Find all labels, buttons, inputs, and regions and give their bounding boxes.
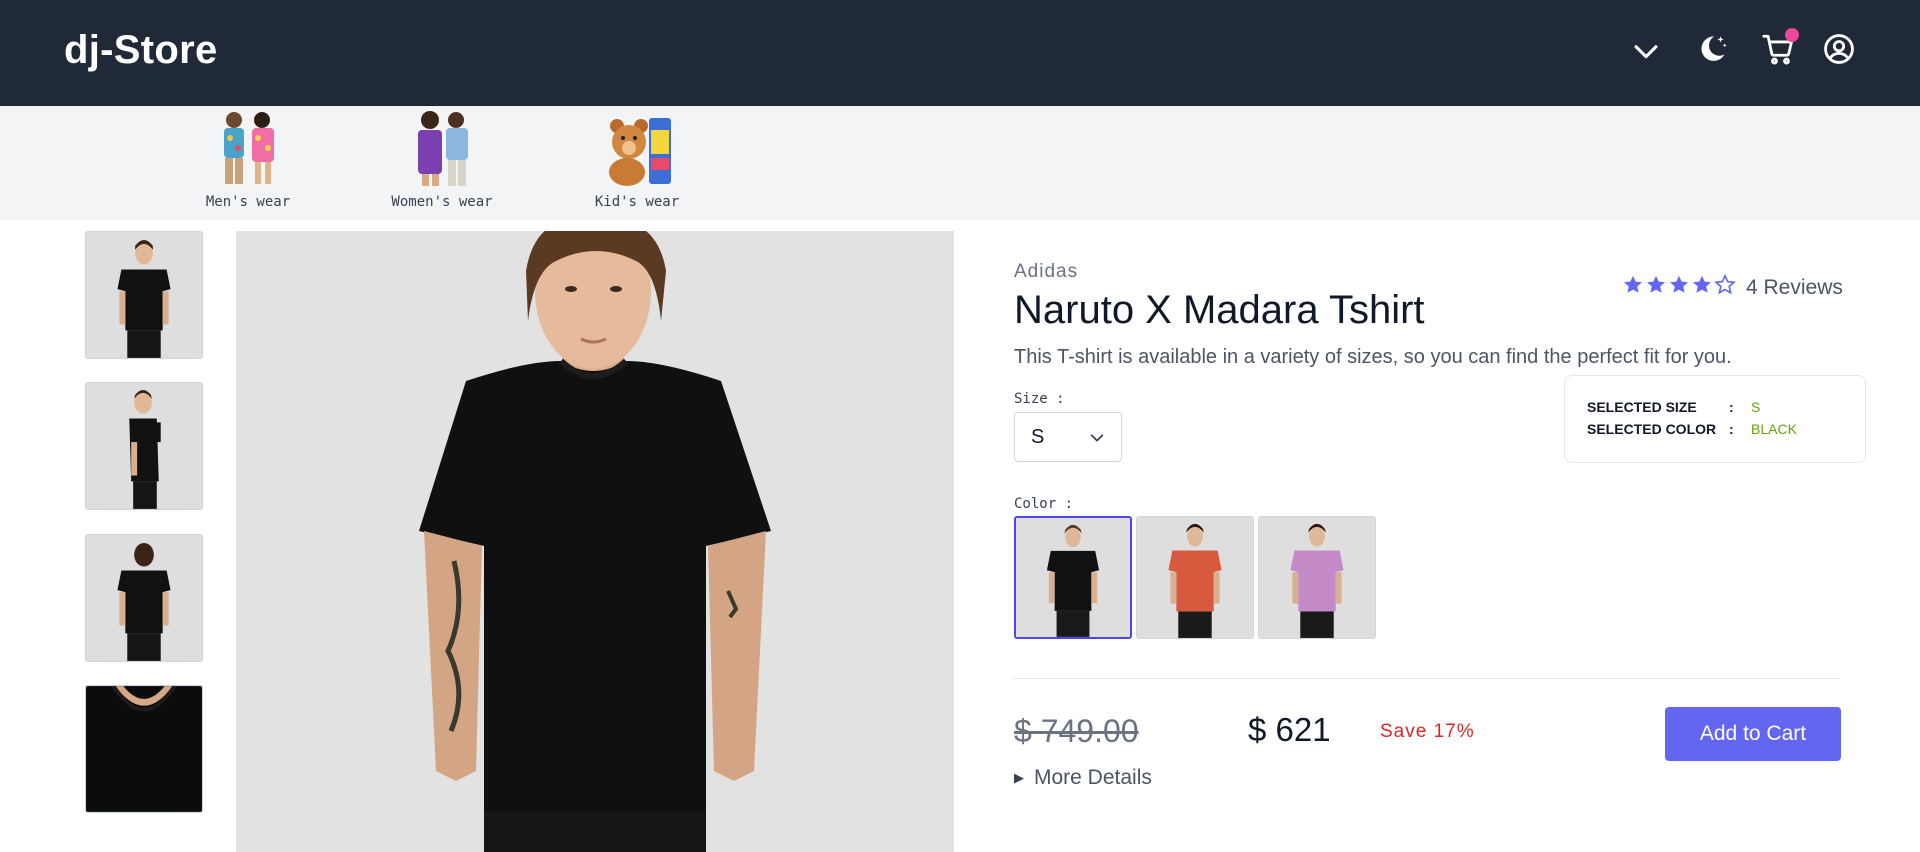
color-swatch-orange[interactable]: [1136, 516, 1254, 639]
category-label: Women's wear: [391, 194, 493, 210]
selected-size-value: S: [1751, 399, 1761, 415]
selected-color-key: SELECTED COLOR: [1587, 421, 1717, 437]
chevron-down-icon: [1090, 434, 1104, 442]
caret-right-icon: ▶: [1014, 770, 1024, 785]
sale-price: $ 621: [1248, 711, 1331, 748]
womens-wear-image: [402, 108, 482, 188]
size-select-value: S: [1031, 426, 1045, 448]
thumbnail-fabric-closeup[interactable]: [85, 685, 203, 813]
category-strip: Men's wear Women's wear Kid's wear: [0, 106, 1920, 220]
separator: :: [1729, 399, 1734, 415]
selected-color-value: BLACK: [1751, 421, 1797, 437]
category-label: Men's wear: [205, 194, 291, 210]
color-label: Color :: [1014, 496, 1074, 512]
separator: :: [1729, 421, 1734, 437]
chevron-down-icon[interactable]: [1629, 34, 1663, 68]
color-swatch-purple[interactable]: [1258, 516, 1376, 639]
star-filled-icon: [1624, 275, 1642, 293]
star-filled-icon: [1670, 275, 1688, 293]
reviews-count[interactable]: 4 Reviews: [1746, 276, 1843, 300]
discount-badge: Save 17%: [1380, 721, 1475, 742]
brand-logo[interactable]: dj-Store: [64, 28, 218, 73]
moon-stars-icon[interactable]: [1695, 32, 1729, 66]
rating-stars: [1622, 274, 1737, 301]
user-circle-icon[interactable]: [1822, 32, 1856, 66]
selection-summary: SELECTED SIZE : S SELECTED COLOR : BLACK: [1564, 375, 1866, 463]
thumbnail-front-view[interactable]: [85, 231, 203, 359]
star-empty-icon: [1714, 274, 1736, 295]
product-description: This T-shirt is available in a variety o…: [1014, 346, 1732, 368]
selected-size-key: SELECTED SIZE: [1587, 399, 1697, 415]
add-to-cart-button[interactable]: Add to Cart: [1665, 707, 1841, 761]
thumbnail-side-view[interactable]: [85, 382, 203, 510]
thumbnail-back-view[interactable]: [85, 534, 203, 662]
more-details-toggle[interactable]: ▶ More Details: [1014, 766, 1152, 790]
size-select[interactable]: S: [1014, 412, 1122, 462]
star-filled-icon: [1693, 275, 1711, 293]
main-product-image: [236, 231, 954, 852]
top-navbar: dj-Store: [0, 0, 1920, 106]
size-label: Size :: [1014, 391, 1065, 407]
color-swatch-black[interactable]: [1014, 516, 1132, 639]
cart-icon[interactable]: [1761, 28, 1799, 66]
original-price: $ 749.00: [1014, 713, 1139, 749]
divider: [1014, 678, 1840, 679]
cart-badge: [1785, 28, 1799, 42]
kids-wear-image: [597, 108, 677, 188]
more-details-label: More Details: [1034, 766, 1152, 789]
star-filled-icon: [1647, 275, 1665, 293]
category-label: Kid's wear: [594, 194, 680, 210]
mens-wear-image: [208, 108, 288, 188]
product-title: Naruto X Madara Tshirt: [1014, 288, 1425, 332]
product-brand: Adidas: [1014, 261, 1079, 282]
